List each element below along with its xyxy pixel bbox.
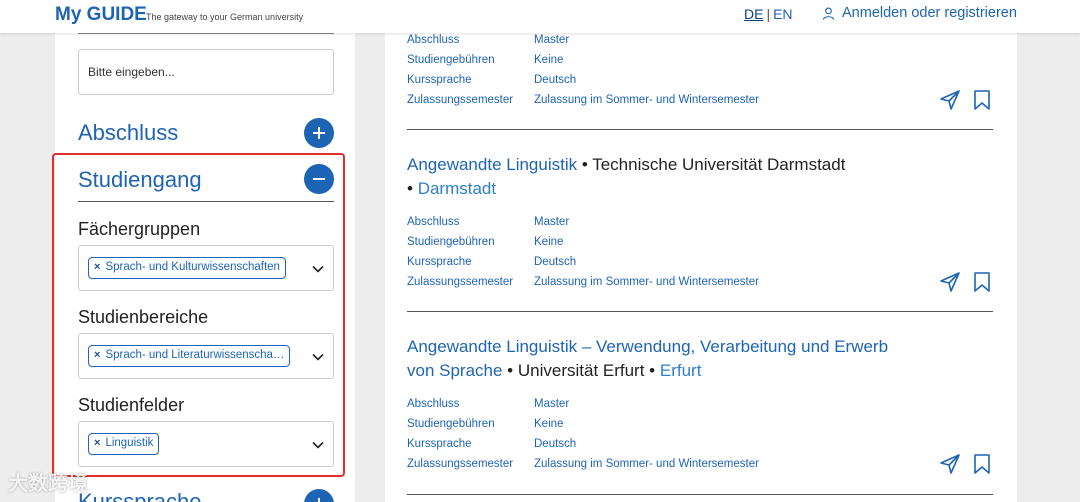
watermark: 大数跨境 xyxy=(8,473,88,495)
title-separator: • xyxy=(502,361,518,380)
university-name: Technische Universität Darmstadt xyxy=(592,155,846,174)
attr-label: Kurssprache xyxy=(407,256,472,268)
expand-abschluss-button[interactable] xyxy=(304,118,334,148)
send-icon[interactable] xyxy=(939,453,961,475)
top-header: My GUIDE The gateway to your German univ… xyxy=(0,0,1080,33)
site-tagline: The gateway to your German university xyxy=(146,12,304,22)
bookmark-icon[interactable] xyxy=(971,89,993,111)
sidebar-divider xyxy=(78,33,334,34)
lang-separator: | xyxy=(766,6,771,22)
attr-label: Abschluss xyxy=(407,216,460,228)
program-link-cont[interactable]: von Sprache xyxy=(407,361,502,380)
expand-kurssprache-button[interactable] xyxy=(304,489,334,502)
plus-icon xyxy=(313,127,325,139)
city-link[interactable]: Erfurt xyxy=(660,361,702,380)
attr-value: Master xyxy=(534,34,570,46)
filter-search-input[interactable]: Bitte eingeben... xyxy=(78,49,334,95)
attr-label: Kurssprache xyxy=(407,74,472,86)
results-list: Abschluss Master Studiengebühren Keine K… xyxy=(385,33,1017,502)
attr-label: Abschluss xyxy=(407,398,460,410)
title-separator: • xyxy=(644,361,660,380)
attr-label: Zulassungssemester xyxy=(407,94,514,106)
attr-value: Deutsch xyxy=(534,74,577,86)
highlight-box xyxy=(52,153,345,477)
attr-value: Deutsch xyxy=(534,256,577,268)
facet-title-kurssprache[interactable]: Kurssprache xyxy=(78,489,202,502)
bookmark-icon[interactable] xyxy=(971,271,993,293)
result-divider xyxy=(407,494,993,495)
user-icon xyxy=(822,7,835,20)
lang-en-link[interactable]: EN xyxy=(773,6,792,22)
university-name: Universität Erfurt xyxy=(517,361,645,380)
attr-value: Deutsch xyxy=(534,438,577,450)
attr-value: Master xyxy=(534,216,570,228)
result-divider xyxy=(407,311,993,312)
send-icon[interactable] xyxy=(939,89,961,111)
site-logo[interactable]: My GUIDE xyxy=(55,4,147,26)
attr-value: Keine xyxy=(534,236,564,248)
bookmark-icon[interactable] xyxy=(971,453,993,475)
attr-label: Studiengebühren xyxy=(407,54,495,66)
result-divider xyxy=(407,129,993,130)
result-title: Angewandte Linguistik – Verwendung, Vera… xyxy=(407,335,993,383)
language-switcher: DE | EN xyxy=(744,6,793,22)
result-card: Angewandte Linguistik – Verwendung, Vera… xyxy=(407,335,993,474)
result-title: Angewandte Linguistik • Technische Unive… xyxy=(407,153,993,201)
attr-value: Zulassung im Sommer- und Wintersemester xyxy=(534,458,759,470)
lang-de-link[interactable]: DE xyxy=(744,6,763,22)
title-separator: • xyxy=(577,155,593,174)
attr-value: Keine xyxy=(534,54,564,66)
facet-title-abschluss[interactable]: Abschluss xyxy=(78,120,178,146)
attr-label: Studiengebühren xyxy=(407,236,495,248)
login-link[interactable]: Anmelden oder registrieren xyxy=(822,5,1017,21)
attr-label: Kurssprache xyxy=(407,438,472,450)
attr-value: Keine xyxy=(534,418,564,430)
login-label: Anmelden oder registrieren xyxy=(842,5,1017,21)
attr-value: Zulassung im Sommer- und Wintersemester xyxy=(534,94,759,106)
plus-icon xyxy=(318,498,320,502)
send-icon[interactable] xyxy=(939,271,961,293)
result-card: Angewandte Linguistik • Technische Unive… xyxy=(407,153,993,292)
attr-value: Master xyxy=(534,398,570,410)
attr-label: Abschluss xyxy=(407,34,460,46)
attr-label: Zulassungssemester xyxy=(407,458,514,470)
program-link[interactable]: Angewandte Linguistik xyxy=(407,155,577,174)
program-link[interactable]: Angewandte Linguistik – Verwendung, Vera… xyxy=(407,337,888,356)
title-separator: • xyxy=(407,179,418,198)
attr-label: Zulassungssemester xyxy=(407,276,514,288)
attr-value: Zulassung im Sommer- und Wintersemester xyxy=(534,276,759,288)
attr-label: Studiengebühren xyxy=(407,418,495,430)
city-link[interactable]: Darmstadt xyxy=(418,179,496,198)
